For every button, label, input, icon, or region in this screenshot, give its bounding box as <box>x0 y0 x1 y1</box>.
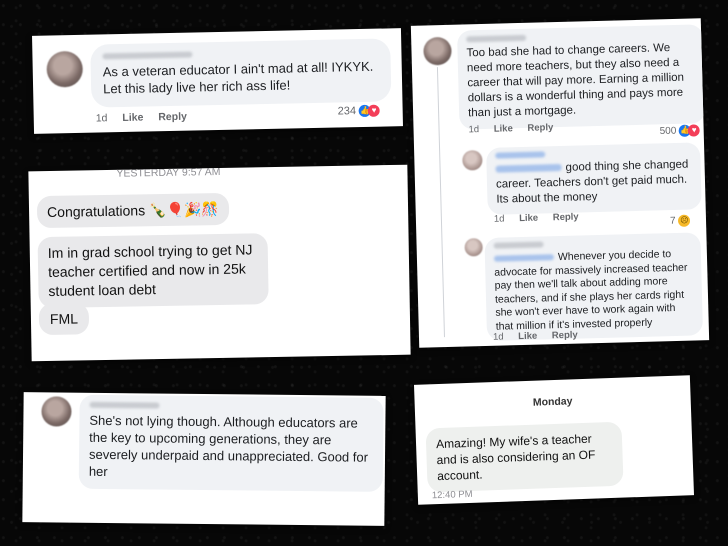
reaction-count[interactable]: 500 👍♥ <box>660 124 701 137</box>
blurred-mention <box>495 164 562 174</box>
reply-actions: 1d Like Reply <box>493 329 590 343</box>
thread-connector <box>436 67 445 338</box>
message-bubble: Amazing! My wife's a teacher and is also… <box>425 421 624 493</box>
day-header: Monday <box>532 395 573 409</box>
like-button[interactable]: Like <box>494 123 513 134</box>
reply-button[interactable]: Reply <box>158 111 187 124</box>
reaction-count[interactable]: 234 👍♥ <box>337 104 381 118</box>
comment-actions: 1d Like Reply <box>468 122 565 136</box>
reply-button[interactable]: Reply <box>553 212 579 224</box>
reply-bubble: Whenever you decide to advocate for mass… <box>484 232 704 341</box>
sad-reaction-icon: ☹ <box>678 214 691 227</box>
comment-text: Too bad she had to change careers. We ne… <box>466 42 685 120</box>
reply-actions: 1d Like Reply <box>494 211 591 225</box>
reaction-count[interactable]: 7 ☹ <box>669 214 691 228</box>
blurred-username <box>493 241 544 249</box>
blurred-mention <box>493 254 555 262</box>
message-bubble-grad-school: Im in grad school trying to get NJ teach… <box>37 233 269 309</box>
reply-time: 1d <box>492 331 504 343</box>
message-bubble-fml: FML <box>38 302 90 336</box>
reply-bubble: good thing she changed career. Teachers … <box>486 142 702 215</box>
comment-bubble: As a veteran educator I ain't mad at all… <box>90 38 392 108</box>
avatar <box>423 36 452 66</box>
avatar <box>46 50 84 88</box>
comment-bubble: Too bad she had to change careers. We ne… <box>456 24 706 130</box>
comment-text: As a veteran educator I ain't mad at all… <box>102 58 374 97</box>
message-time: 12:40 PM <box>431 488 473 502</box>
avatar <box>41 396 72 427</box>
message-bubble-congratulations: Congratulations 🍾🎈🎉🎊 <box>36 192 230 229</box>
like-button[interactable]: Like <box>518 331 537 342</box>
comment-text: She's not lying though. Although educato… <box>88 412 369 479</box>
comment-thread-card: Too bad she had to change careers. We ne… <box>410 18 710 348</box>
reaction-count-value: 500 <box>659 125 677 138</box>
text-message-card-monday: Monday Amazing! My wife's a teacher and … <box>413 375 695 505</box>
avatar <box>464 238 483 257</box>
blurred-username <box>102 51 193 60</box>
blurred-username <box>466 34 527 43</box>
like-button[interactable]: Like <box>519 213 538 224</box>
reply-button[interactable]: Reply <box>527 122 553 134</box>
love-reaction-icon: ♥ <box>687 124 701 137</box>
like-button[interactable]: Like <box>122 112 143 124</box>
reply-time: 1d <box>493 213 505 225</box>
comment-time: 1d <box>468 124 480 136</box>
reaction-count-value: 7 <box>669 215 676 227</box>
blurred-username <box>495 151 546 159</box>
blurred-username <box>89 401 160 409</box>
comment-actions: 1d Like Reply <box>95 110 199 125</box>
avatar <box>462 150 483 171</box>
love-reaction-icon: ♥ <box>367 104 381 117</box>
comment-time: 1d <box>95 112 108 125</box>
reply-button[interactable]: Reply <box>552 330 578 342</box>
comment-bubble: She's not lying though. Although educato… <box>78 394 384 492</box>
comment-card-not-lying: She's not lying though. Although educato… <box>22 392 386 526</box>
reaction-count-value: 234 <box>337 105 357 118</box>
comment-card-veteran-educator: As a veteran educator I ain't mad at all… <box>32 28 403 134</box>
text-message-card: YESTERDAY 9:57 AM Congratulations 🍾🎈🎉🎊 I… <box>28 164 411 362</box>
